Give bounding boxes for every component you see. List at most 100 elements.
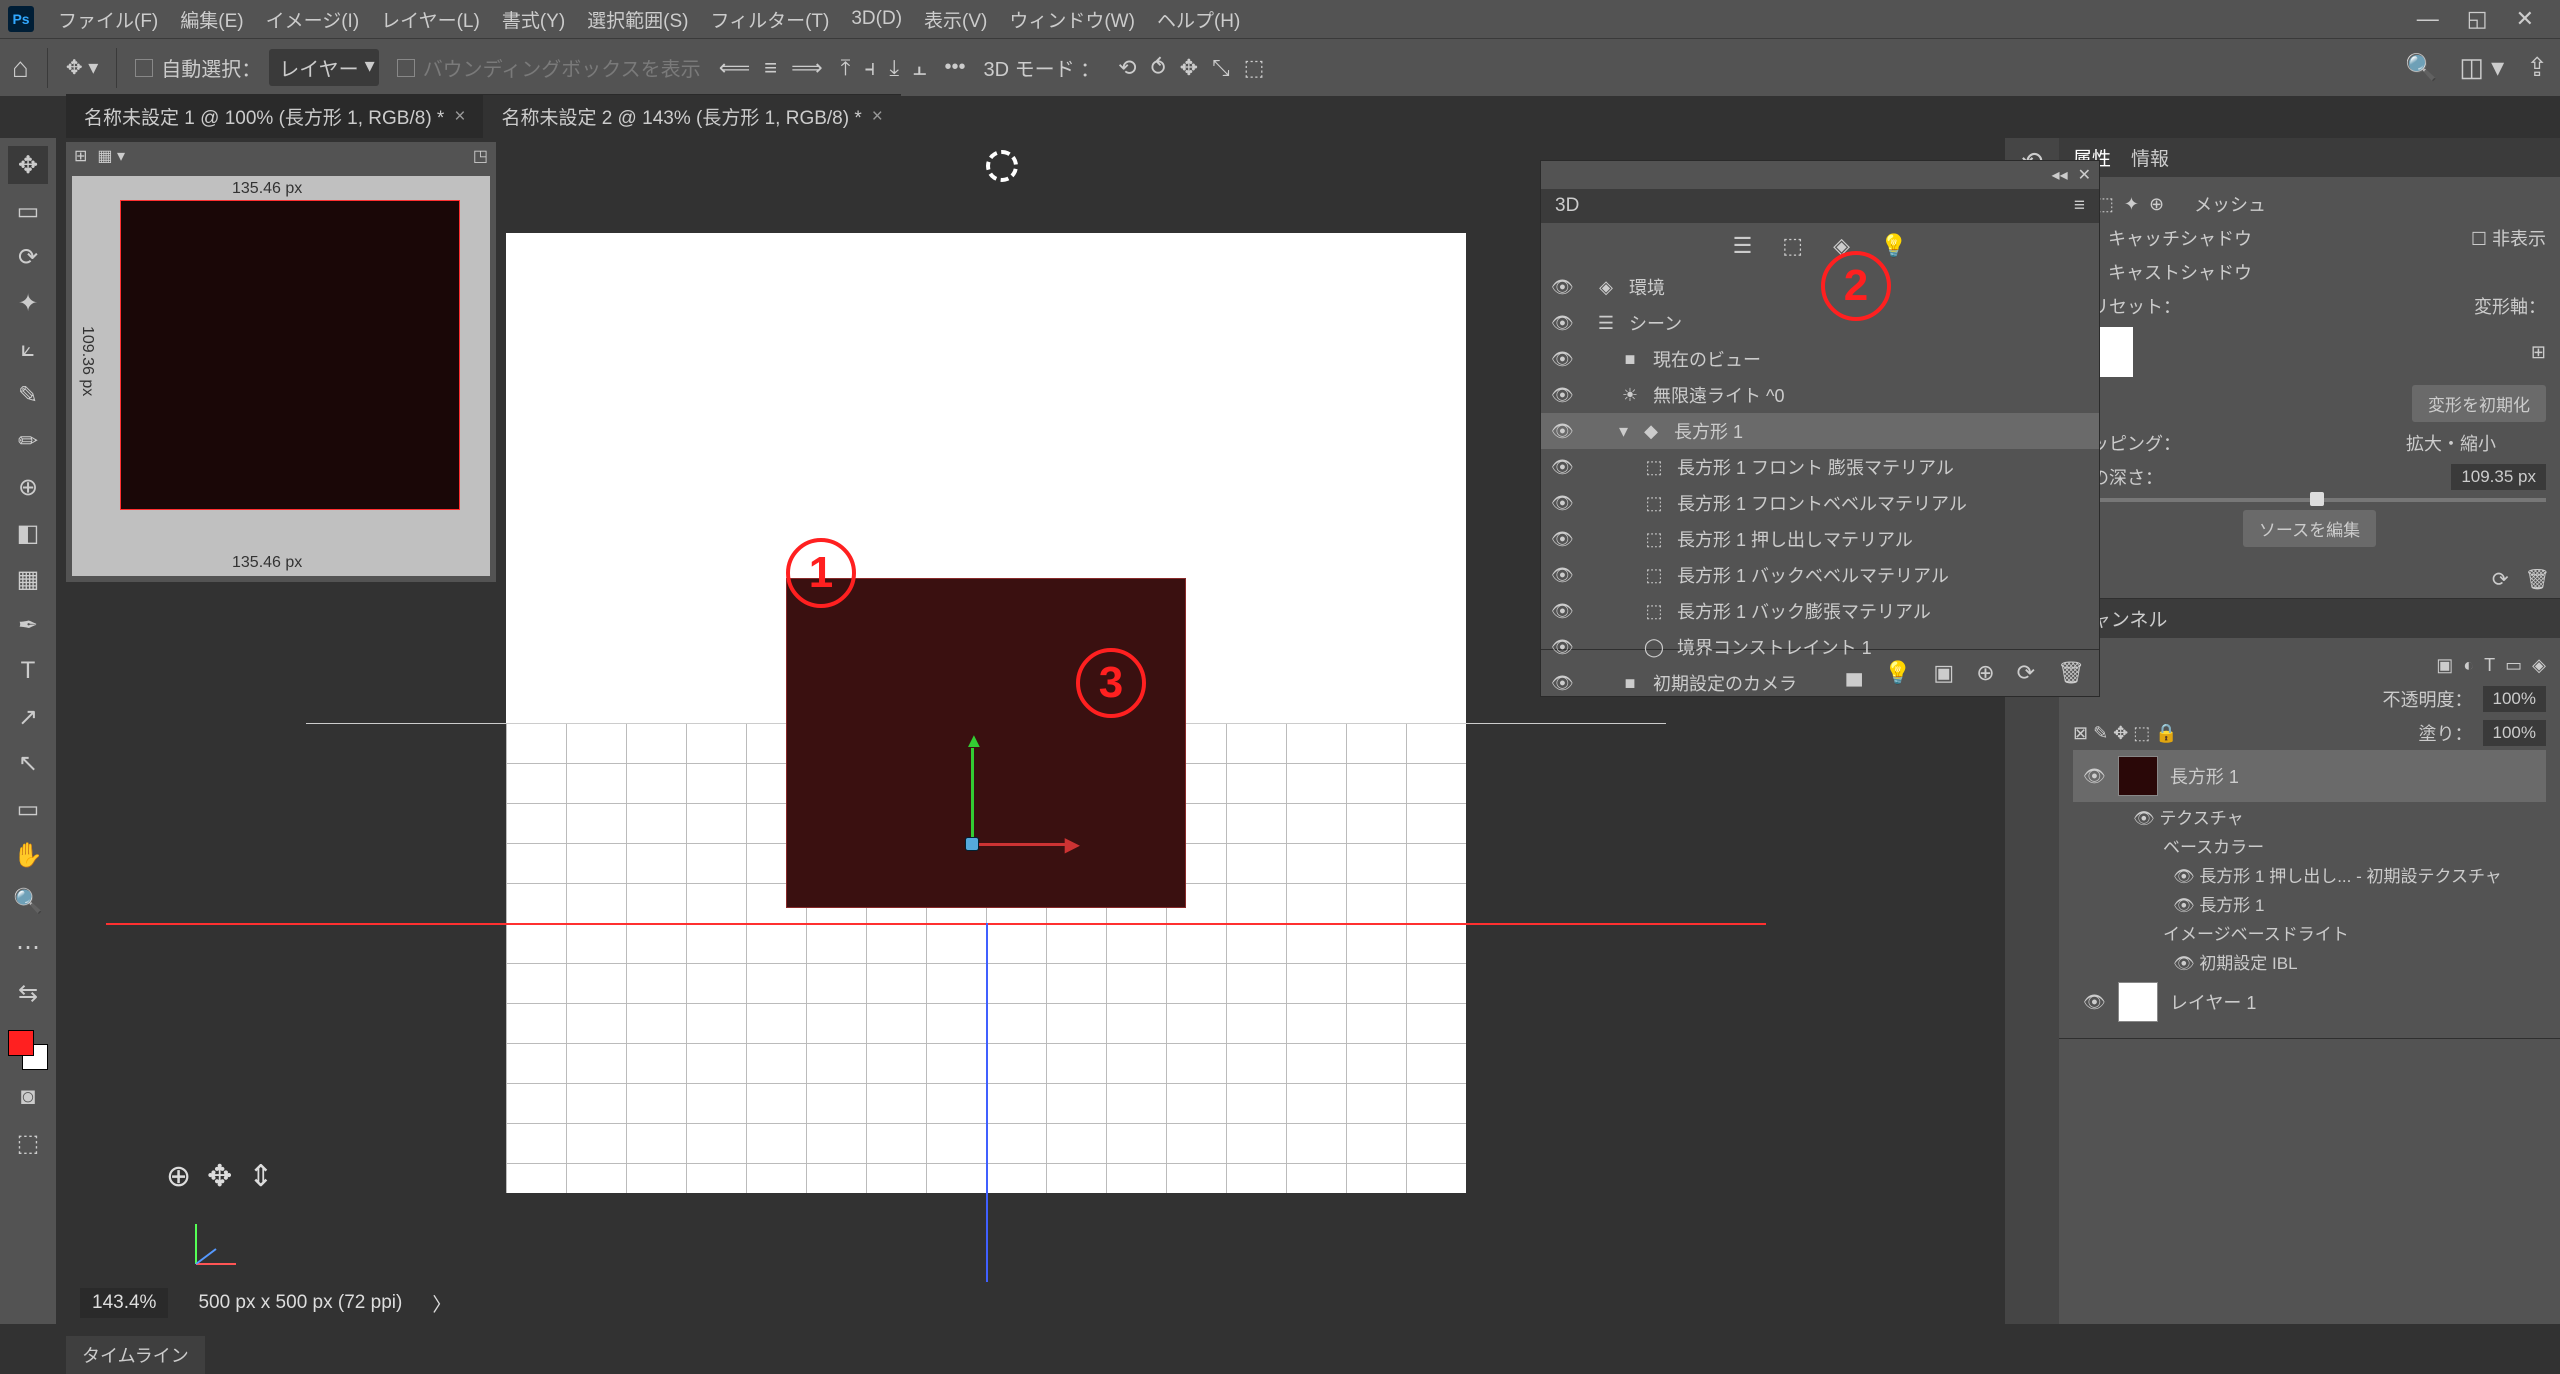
nav-collapse-icon[interactable]: ◳ <box>473 146 488 166</box>
auto-select-dropdown[interactable]: レイヤー <box>269 49 378 86</box>
3d-list-item[interactable]: 👁☰シーン <box>1541 305 2099 341</box>
x-axis-icon[interactable] <box>976 843 1066 846</box>
layer-sub[interactable]: イメージベースドライト <box>2073 918 2546 947</box>
roll-icon[interactable]: ⥀ <box>1151 55 1166 81</box>
rectangle-shape[interactable] <box>786 578 1186 908</box>
layer-sub[interactable]: 👁 長方形 1 押し出し... - 初期設テクスチャ <box>2073 860 2546 889</box>
window-close-icon[interactable]: ✕ <box>2516 6 2534 32</box>
nav-icon[interactable]: ⊞ <box>74 146 87 166</box>
align-middle-icon[interactable]: ⫞ <box>864 55 875 81</box>
move-icon[interactable]: ✥ ▾ <box>66 55 98 80</box>
visibility-icon[interactable]: 👁 <box>2083 766 2106 787</box>
origin-icon[interactable] <box>965 837 979 851</box>
tab-info[interactable]: 情報 <box>2131 144 2169 171</box>
camera-icon[interactable]: ▣ <box>1933 660 1954 686</box>
marquee-tool[interactable]: ▭ <box>8 192 48 230</box>
visibility-icon[interactable]: 👁 <box>2083 992 2106 1013</box>
filter-scene-icon[interactable]: ☰ <box>1733 233 1753 259</box>
layer-sub[interactable]: 👁 初期設定 IBL <box>2073 947 2546 976</box>
visibility-icon[interactable]: 👁 <box>1551 277 1571 298</box>
layer-rect1[interactable]: 👁長方形 1 <box>2073 750 2546 802</box>
lasso-tool[interactable]: ⟳ <box>8 238 48 276</box>
stamp-tool[interactable]: ⊕ <box>8 468 48 506</box>
edit-toolbar-icon[interactable]: ⋯ <box>8 928 48 966</box>
workspace-icon[interactable]: ◫ ▾ <box>2459 52 2504 83</box>
bbox-checkbox[interactable] <box>397 59 415 77</box>
search-icon[interactable]: 🔍 <box>2405 52 2437 83</box>
y-axis-icon[interactable] <box>971 748 974 838</box>
type-tool[interactable]: T <box>8 652 48 690</box>
edit-source-button[interactable]: ソースを編集 <box>2243 510 2376 547</box>
align-right-icon[interactable]: ⟹ <box>791 55 823 81</box>
depth-value[interactable]: 109.35 px <box>2451 464 2546 490</box>
filter-img-icon[interactable]: ▣ <box>2436 655 2453 676</box>
visibility-icon[interactable]: 👁 <box>1551 673 1571 694</box>
crop-tool[interactable]: ⟀ <box>8 330 48 368</box>
3d-camera-controls[interactable]: ⊕✥⇕ <box>166 1159 273 1194</box>
light-icon[interactable]: 💡 <box>1884 660 1911 686</box>
align-top-icon[interactable]: ⤒ <box>841 55 851 81</box>
menu-filter[interactable]: フィルター(T) <box>700 2 839 37</box>
3d-list-item[interactable]: 👁☀無限遠ライト ^0 <box>1541 377 2099 413</box>
trash-icon[interactable]: 🗑 <box>2057 660 2085 686</box>
align-left-icon[interactable]: ⟸ <box>719 55 751 81</box>
reset-transform-button[interactable]: 変形を初期化 <box>2412 385 2546 422</box>
close-icon[interactable]: ✕ <box>2078 165 2091 185</box>
brush-tool[interactable]: ✏ <box>8 422 48 460</box>
3d-list-item[interactable]: 👁◈環境 <box>1541 269 2099 305</box>
orbit-icon[interactable]: ⟲ <box>1118 55 1136 81</box>
path-tool[interactable]: ↗ <box>8 698 48 736</box>
visibility-icon[interactable]: 👁 <box>1551 601 1571 622</box>
fill-value[interactable]: 100% <box>2483 720 2546 746</box>
layer-sub[interactable]: 👁 テクスチャ <box>2073 802 2546 831</box>
toggle-icon[interactable]: ⇆ <box>8 974 48 1012</box>
menu-window[interactable]: ウィンドウ(W) <box>999 2 1145 37</box>
share-icon[interactable]: ⇪ <box>2526 52 2548 83</box>
layer-sub[interactable]: ベースカラー <box>2073 831 2546 860</box>
filter-shape-icon[interactable]: ▭ <box>2505 655 2522 676</box>
status-more-icon[interactable]: 〉 <box>432 1290 451 1317</box>
menu-help[interactable]: ヘルプ(H) <box>1147 2 1250 37</box>
align-center-icon[interactable]: ≡ <box>764 55 777 81</box>
slide-icon[interactable]: ⤡ <box>1212 55 1230 81</box>
collapse-icon[interactable]: ◂◂ <box>2052 165 2068 185</box>
visibility-icon[interactable]: 👁 <box>1551 637 1571 658</box>
rect-tool[interactable]: ▭ <box>8 790 48 828</box>
scale-icon[interactable]: ⬚ <box>1244 55 1265 81</box>
visibility-icon[interactable]: 👁 <box>1551 421 1571 442</box>
filter-smart-icon[interactable]: ◈ <box>2532 655 2546 676</box>
doc-tab-2[interactable]: 名称未設定 2 @ 143% (長方形 1, RGB/8) *× <box>483 94 900 138</box>
timeline-tab[interactable]: タイムライン <box>66 1336 205 1374</box>
dolly-icon[interactable]: ⇕ <box>248 1159 273 1194</box>
gradient-tool[interactable]: ▦ <box>8 560 48 598</box>
pen-tool[interactable]: ✒ <box>8 606 48 644</box>
more-icon[interactable]: ••• <box>944 56 965 79</box>
menu-select[interactable]: 選択範囲(S) <box>577 2 698 37</box>
layer-sub[interactable]: 👁 長方形 1 <box>2073 889 2546 918</box>
zoom-field[interactable]: 143.4% <box>80 1288 168 1318</box>
3d-list-item[interactable]: 👁⬚長方形 1 バックベベルマテリアル <box>1541 557 2099 593</box>
navigator-panel[interactable]: ⊞▦ ▾◳ 135.46 px 135.46 px 109.36 px <box>66 142 496 582</box>
3d-tab[interactable]: 3D <box>1555 195 1579 217</box>
layer-thumb[interactable] <box>2118 756 2158 796</box>
render-icon[interactable]: ⟳ <box>2492 567 2509 592</box>
layer-name[interactable]: レイヤー 1 <box>2170 989 2256 1015</box>
visibility-icon[interactable]: 👁 <box>1551 349 1571 370</box>
filter-adj-icon[interactable]: ◐ <box>2463 655 2474 676</box>
menu-view[interactable]: 表示(V) <box>914 2 997 37</box>
axis-grid-icon[interactable]: ⊞ <box>2531 342 2546 363</box>
home-icon[interactable]: ⌂ <box>12 52 29 84</box>
auto-select-checkbox[interactable] <box>135 59 153 77</box>
canvas[interactable] <box>506 233 1466 1193</box>
menu-image[interactable]: イメージ(I) <box>256 2 370 37</box>
twisty-icon[interactable]: ▾ <box>1619 421 1628 442</box>
eraser-tool[interactable]: ◧ <box>8 514 48 552</box>
hand-tool[interactable]: ✋ <box>8 836 48 874</box>
nav-dropdown-icon[interactable]: ▦ ▾ <box>97 146 125 166</box>
quickmask-tool[interactable]: ◙ <box>8 1078 48 1116</box>
visibility-icon[interactable]: 👁 <box>1551 313 1571 334</box>
visibility-icon[interactable]: 👁 <box>1551 385 1571 406</box>
panel-menu-icon[interactable]: ≡ <box>2074 195 2085 217</box>
opacity-value[interactable]: 100% <box>2483 686 2546 712</box>
filter-light-icon[interactable]: 💡 <box>1880 233 1907 259</box>
